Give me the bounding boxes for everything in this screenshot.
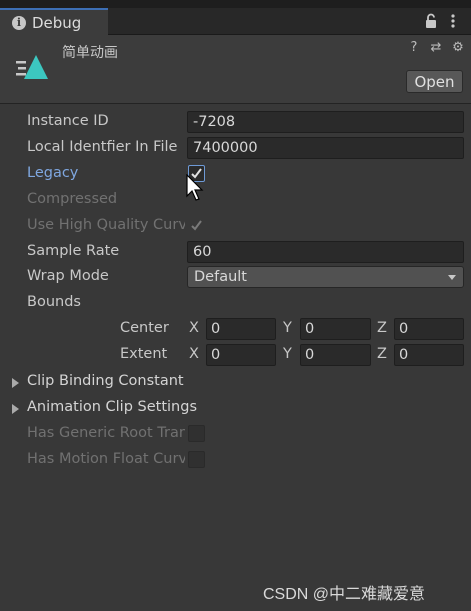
inspector-header: 简单动画 ? ⇄ ⚙ Open — [0, 35, 471, 104]
sample-rate-row: Sample Rate 60 — [0, 240, 471, 264]
wrap-mode-dropdown[interactable]: Default — [187, 266, 464, 288]
instance-id-field[interactable]: -7208 — [187, 111, 464, 133]
sample-rate-label: Sample Rate — [27, 243, 120, 259]
wrap-mode-label: Wrap Mode — [27, 268, 109, 284]
has-generic-root-label: Has Generic Root Transform — [27, 425, 185, 441]
extent-y-axis-label: Y — [283, 346, 292, 362]
tab-bar: i Debug — [0, 8, 471, 35]
wrap-mode-value: Default — [194, 269, 247, 285]
mouse-cursor-icon — [186, 174, 204, 201]
local-id-field[interactable]: 7400000 — [187, 137, 464, 159]
sample-rate-field[interactable]: 60 — [187, 241, 464, 263]
extent-label: Extent — [120, 346, 168, 362]
center-z-axis-label: Z — [377, 320, 387, 336]
lock-icon[interactable] — [422, 12, 440, 30]
center-y-axis-label: Y — [283, 320, 292, 336]
foldout-arrow-icon — [12, 378, 19, 388]
open-button[interactable]: Open — [406, 70, 463, 93]
dropdown-arrow-icon — [448, 275, 456, 280]
preset-sliders-icon[interactable]: ⇄ — [429, 41, 443, 55]
compressed-label: Compressed — [27, 191, 118, 207]
has-generic-root-checkbox — [188, 425, 205, 442]
high-quality-label: Use High Quality Curve — [27, 217, 185, 233]
has-motion-float-checkbox — [188, 451, 205, 468]
anim-settings-foldout[interactable]: Animation Clip Settings — [0, 396, 471, 420]
legacy-label: Legacy — [27, 165, 79, 181]
clip-binding-foldout[interactable]: Clip Binding Constant — [0, 370, 471, 394]
instance-id-row: Instance ID -7208 — [0, 110, 471, 134]
asset-name: 简单动画 — [62, 45, 118, 61]
header-icons: ? ⇄ ⚙ — [407, 41, 465, 55]
animation-clip-icon — [16, 55, 48, 79]
watermark-text: CSDN @中二难藏爱意 — [263, 586, 426, 603]
local-id-label: Local Identfier In File — [27, 139, 178, 155]
info-icon: i — [12, 15, 26, 30]
tab-debug[interactable]: i Debug — [0, 8, 108, 35]
high-quality-checkbox — [188, 217, 205, 234]
tab-debug-label: Debug — [32, 13, 82, 32]
legacy-row: Legacy — [0, 162, 471, 186]
center-x-field[interactable]: 0 — [206, 318, 276, 340]
extent-x-field[interactable]: 0 — [206, 344, 276, 366]
high-quality-row: Use High Quality Curve — [0, 214, 471, 238]
bounds-label: Bounds — [27, 294, 81, 310]
clip-binding-label: Clip Binding Constant — [27, 373, 184, 389]
bounds-row: Bounds — [0, 291, 471, 315]
center-y-field[interactable]: 0 — [300, 318, 371, 340]
anim-settings-label: Animation Clip Settings — [27, 399, 197, 415]
center-x-axis-label: X — [189, 320, 199, 336]
more-options-icon[interactable] — [448, 12, 458, 30]
center-row: Center X 0 Y 0 Z 0 — [0, 317, 471, 341]
instance-id-label: Instance ID — [27, 113, 109, 129]
extent-row: Extent X 0 Y 0 Z 0 — [0, 343, 471, 367]
has-generic-root-row: Has Generic Root Transform — [0, 422, 471, 446]
top-strip — [0, 0, 471, 8]
wrap-mode-row: Wrap Mode Default — [0, 265, 471, 289]
extent-z-field[interactable]: 0 — [394, 344, 464, 366]
extent-x-axis-label: X — [189, 346, 199, 362]
center-label: Center — [120, 320, 169, 336]
has-motion-float-label: Has Motion Float Curves — [27, 451, 185, 467]
checkmark-icon — [191, 220, 202, 231]
help-icon[interactable]: ? — [407, 41, 421, 55]
gear-icon[interactable]: ⚙ — [451, 41, 465, 55]
compressed-row: Compressed — [0, 188, 471, 212]
extent-y-field[interactable]: 0 — [300, 344, 371, 366]
has-motion-float-row: Has Motion Float Curves — [0, 448, 471, 472]
foldout-arrow-icon — [12, 404, 19, 414]
extent-z-axis-label: Z — [377, 346, 387, 362]
center-z-field[interactable]: 0 — [394, 318, 464, 340]
local-id-row: Local Identfier In File 7400000 — [0, 136, 471, 160]
